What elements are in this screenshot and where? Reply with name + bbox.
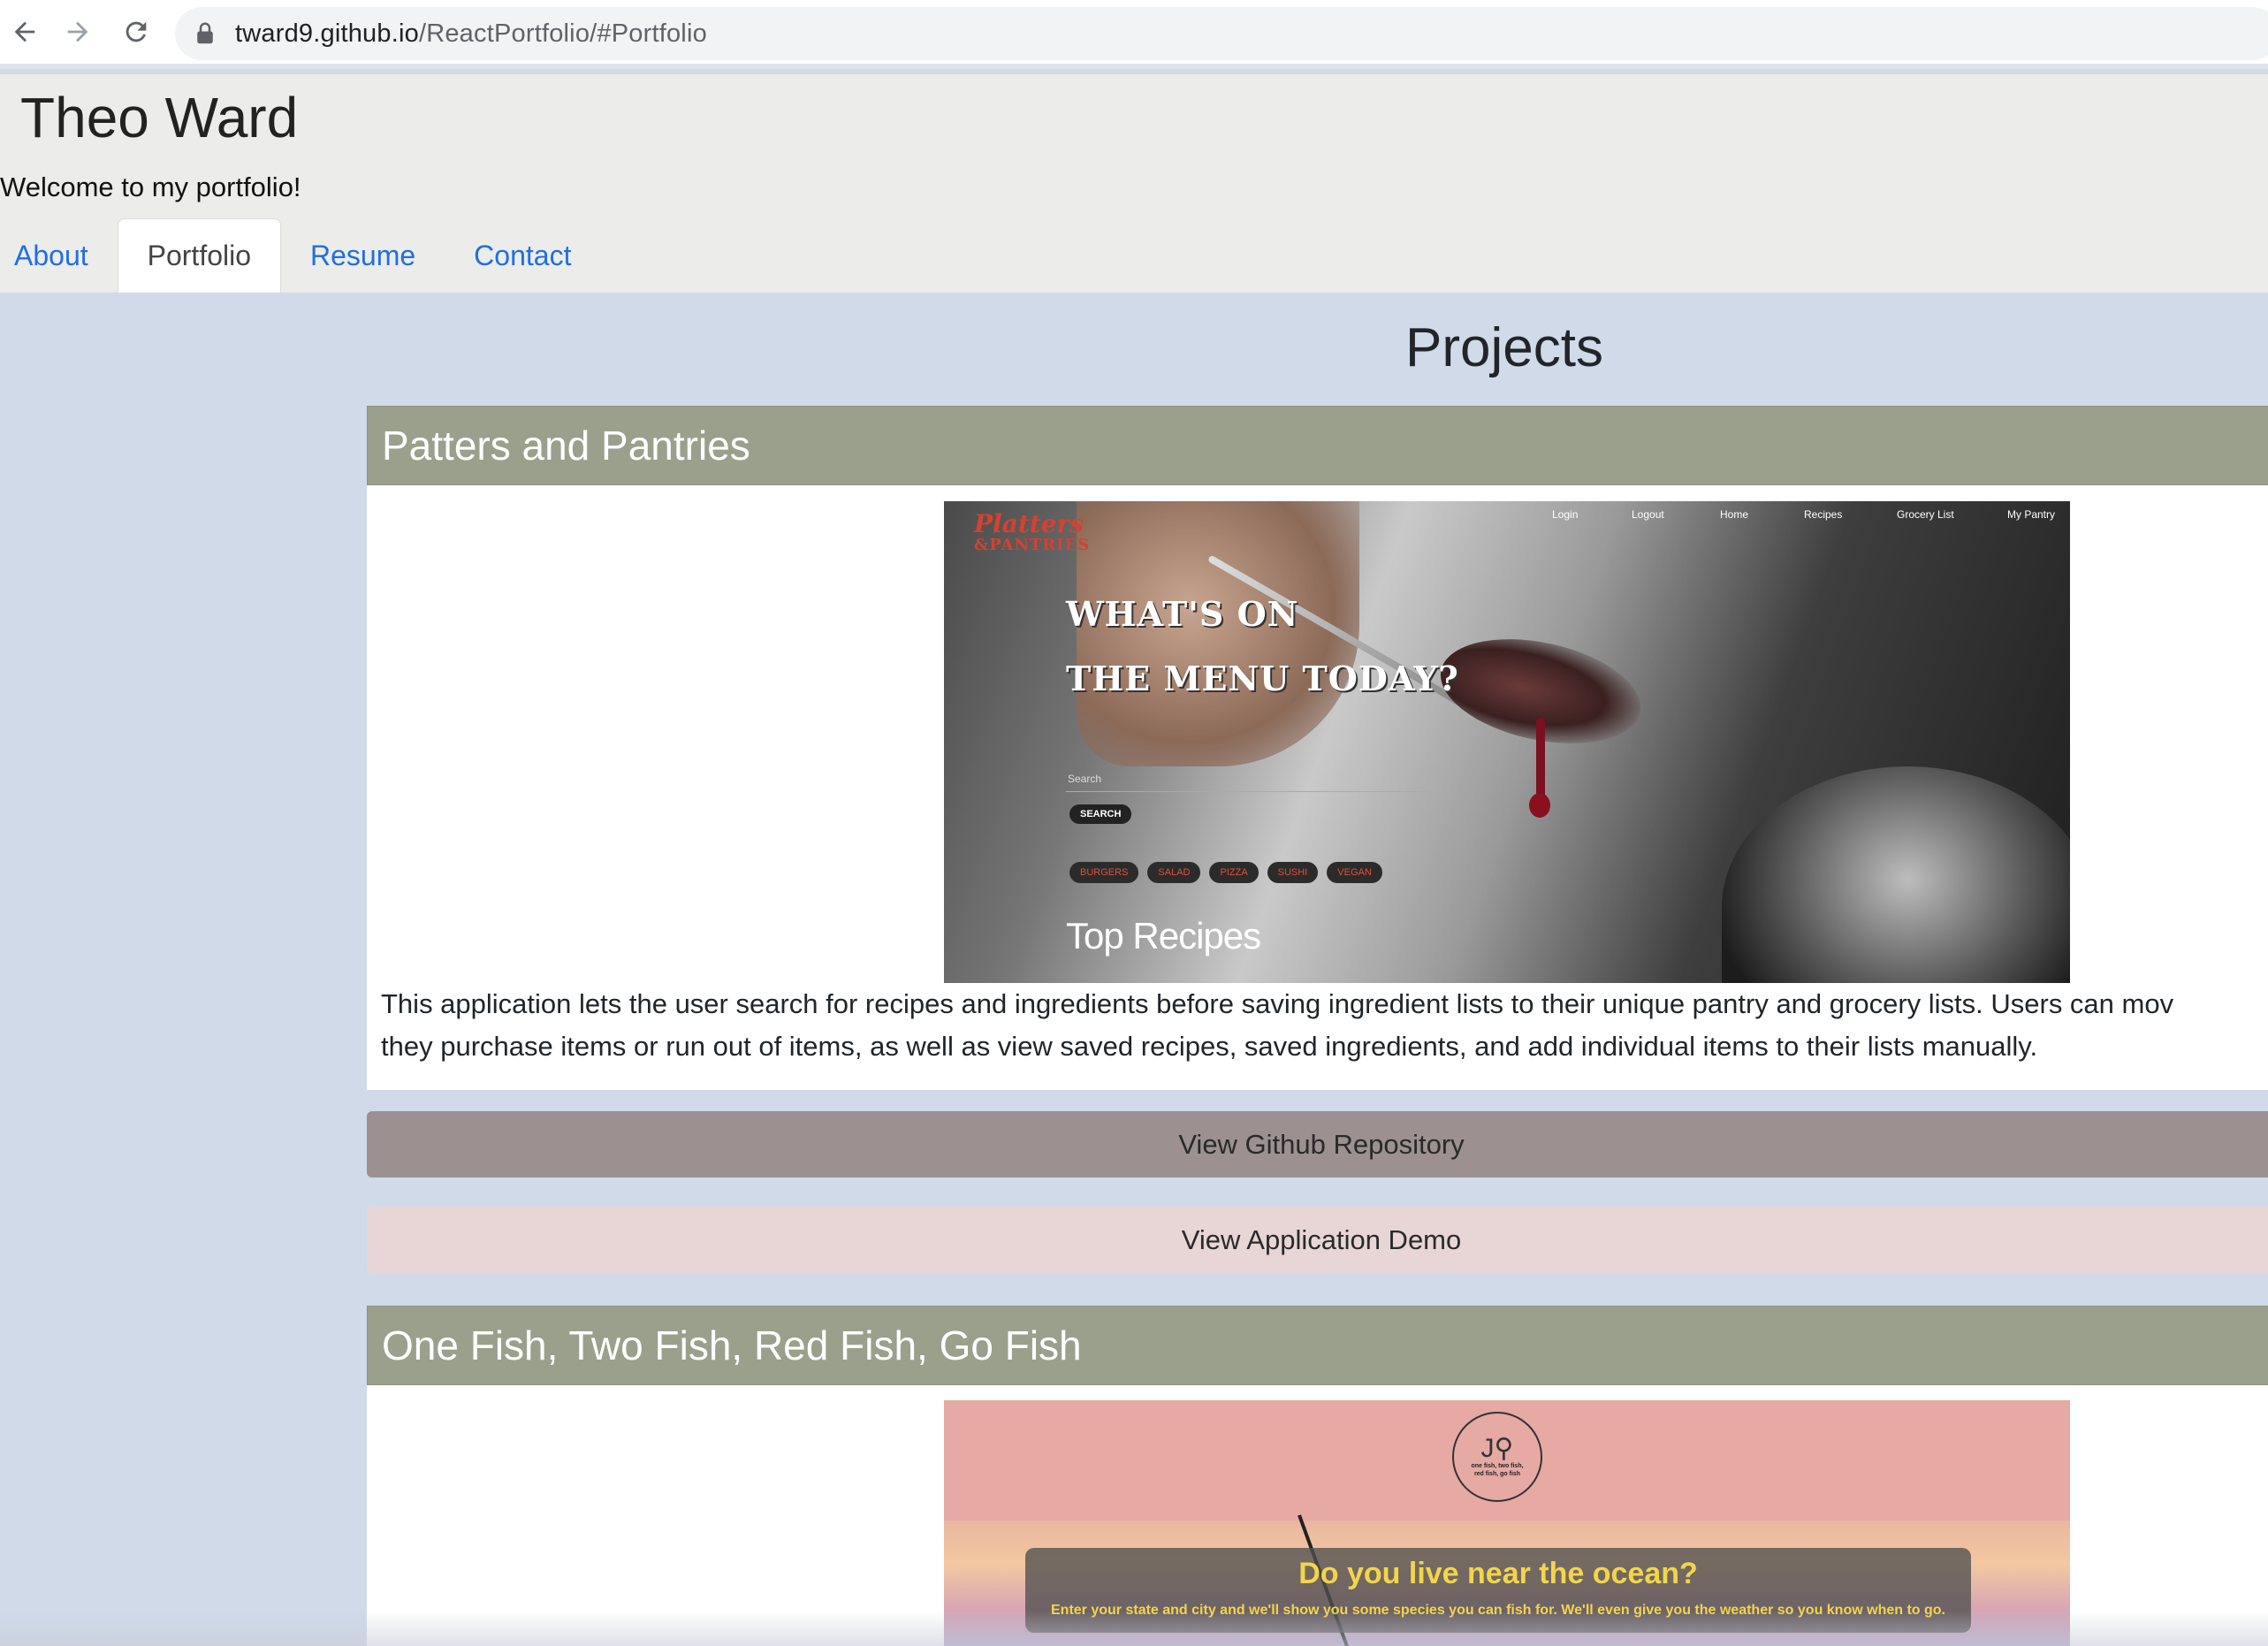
mini-nav-item: Grocery List xyxy=(1897,508,1954,521)
logo-text: one fish, two fish, red fish, go fish xyxy=(1471,1463,1524,1477)
arrow-left-icon xyxy=(14,21,35,42)
mini-section-title: Top Recipes xyxy=(1066,915,1261,956)
tab-about[interactable]: About xyxy=(0,218,118,293)
hero-headline: WHAT'S ON xyxy=(1066,594,1299,634)
category-chip: SALAD xyxy=(1147,862,1201,883)
nav-tabs: About Portfolio Resume Contact xyxy=(0,218,600,293)
tab-contact[interactable]: Contact xyxy=(445,218,600,293)
pot-image xyxy=(1722,766,2070,983)
project-screenshot: J⚲ one fish, two fish, red fish, go fish… xyxy=(944,1400,2070,1646)
browser-toolbar: tward9.github.io/ReactPortfolio/#Portfol… xyxy=(0,0,2268,69)
view-github-button[interactable]: View Github Repository xyxy=(367,1111,2268,1177)
project-screenshot: Platters &PANTRIES Login Logout Home Reci… xyxy=(944,501,2070,983)
site-header: Theo Ward Welcome to my portfolio! About… xyxy=(0,74,2268,293)
mini-nav-item: Logout xyxy=(1632,508,1664,521)
fish-logo: J⚲ one fish, two fish, red fish, go fish xyxy=(1452,1412,1542,1502)
welcome-text: Welcome to my portfolio! xyxy=(0,171,301,202)
reload-button[interactable] xyxy=(117,12,156,51)
project-title: One Fish, Two Fish, Red Fish, Go Fish xyxy=(382,1322,1082,1368)
category-chip: BURGERS xyxy=(1069,862,1139,883)
tab-portfolio[interactable]: Portfolio xyxy=(117,218,282,293)
site-title: Theo Ward xyxy=(20,86,299,149)
category-chip: SUSHI xyxy=(1267,862,1319,883)
bottom-fade xyxy=(0,1611,2268,1646)
project-card-header: One Fish, Two Fish, Red Fish, Go Fish xyxy=(367,1306,2268,1385)
mini-category-chips: BURGERS SALAD PIZZA SUSHI VEGAN xyxy=(1069,862,1382,883)
mini-nav-item: My Pantry xyxy=(2007,508,2056,521)
sauce-drop-image xyxy=(1529,793,1550,818)
url-text: tward9.github.io/ReactPortfolio/#Portfol… xyxy=(235,19,707,48)
tab-resume[interactable]: Resume xyxy=(281,218,445,293)
project-card-header: Patters and Pantries xyxy=(367,406,2268,485)
project-title: Patters and Pantries xyxy=(382,423,750,469)
description-line: they purchase items or run out of items,… xyxy=(381,1031,2038,1062)
hero-question: Do you live near the ocean? xyxy=(1298,1557,1698,1590)
platters-logo: Platters &PANTRIES xyxy=(974,509,1091,555)
view-demo-button[interactable]: View Application Demo xyxy=(367,1207,2268,1273)
mini-nav-item: Login xyxy=(1552,508,1579,521)
mini-search-placeholder: Search xyxy=(1068,773,1102,785)
mini-search-underline xyxy=(1066,791,1430,792)
description-line: This application lets the user search fo… xyxy=(381,988,2174,1019)
lock-icon xyxy=(196,20,219,47)
back-button[interactable] xyxy=(5,12,44,51)
reload-icon xyxy=(126,21,147,42)
mini-nav-item: Recipes xyxy=(1804,508,1843,521)
forward-button[interactable] xyxy=(58,12,97,51)
address-bar[interactable]: tward9.github.io/ReactPortfolio/#Portfol… xyxy=(175,7,2268,60)
arrow-right-icon xyxy=(67,21,88,42)
mini-search-button: SEARCH xyxy=(1069,804,1132,824)
projects-heading: Projects xyxy=(1405,317,1603,378)
project-description: This application lets the user search fo… xyxy=(381,983,2268,1068)
fish-hook-icon: J⚲ xyxy=(1480,1434,1514,1463)
category-chip: VEGAN xyxy=(1327,862,1382,883)
mini-nav-item: Home xyxy=(1720,508,1749,521)
hero-headline: THE MENU TODAY? xyxy=(1066,659,1459,698)
hand-image xyxy=(1077,501,1359,766)
category-chip: PIZZA xyxy=(1209,862,1259,883)
